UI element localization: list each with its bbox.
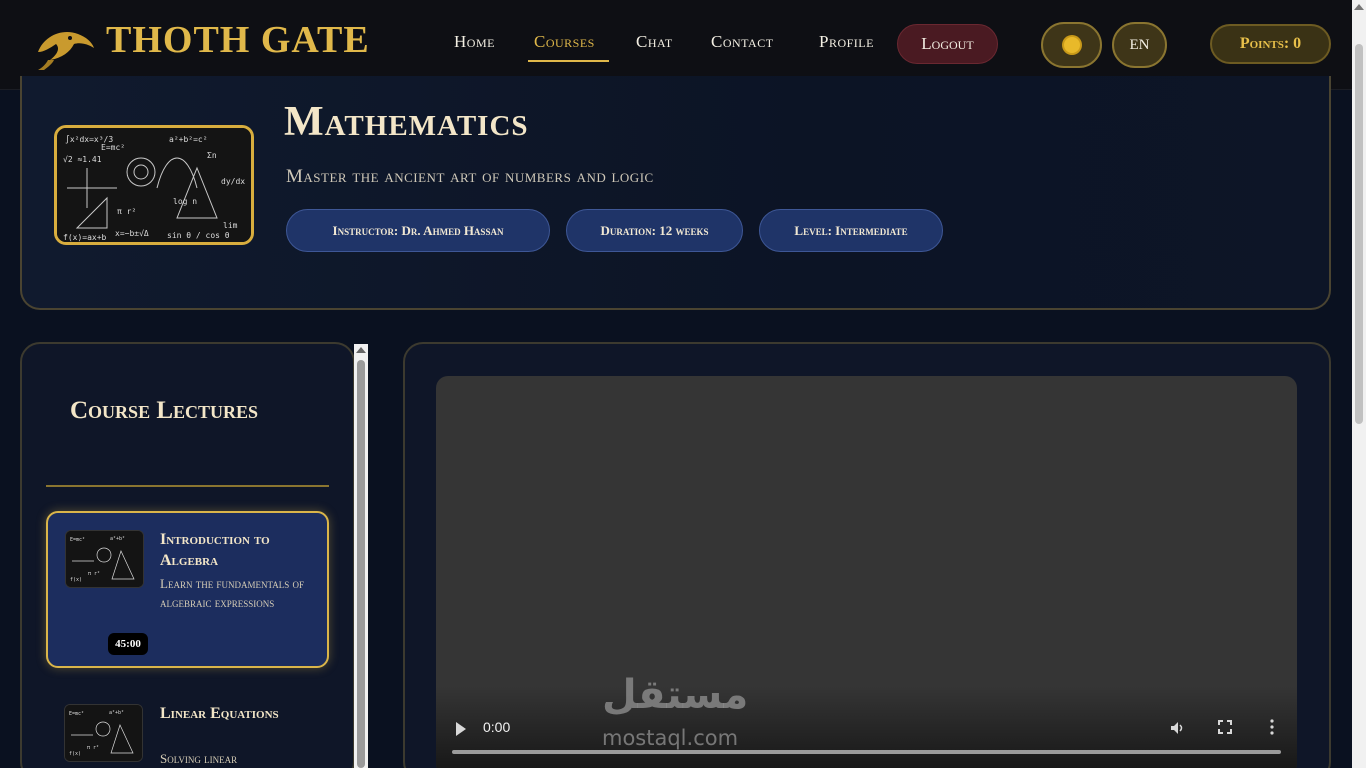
svg-text:Σn: Σn xyxy=(207,151,217,160)
course-thumbnail: ∫x²dx=x³/3 E=mc² a²+b²=c² Σn √2 ≈1.41 si… xyxy=(54,125,254,245)
language-toggle-button[interactable]: EN xyxy=(1112,22,1167,68)
lectures-heading: Course Lectures xyxy=(70,397,259,424)
scroll-up-arrow-icon[interactable] xyxy=(356,347,366,353)
video-time: 0:00 xyxy=(483,719,511,735)
chalkboard-math-icon: E=mc² a²+b² f(x) π r² xyxy=(66,531,143,587)
svg-text:lim: lim xyxy=(223,221,238,230)
video-controls-overlay xyxy=(436,686,1297,768)
video-progress-bar[interactable] xyxy=(452,750,1281,754)
svg-text:f(x)=ax+b: f(x)=ax+b xyxy=(63,233,107,242)
sun-icon xyxy=(1064,37,1080,53)
lecture-title[interactable]: Introduction to Algebra xyxy=(160,529,320,571)
volume-icon[interactable] xyxy=(1169,720,1185,736)
play-icon[interactable] xyxy=(456,722,466,736)
lectures-divider xyxy=(46,485,329,487)
svg-text:E=mc²: E=mc² xyxy=(101,143,125,152)
theme-toggle-button[interactable] xyxy=(1041,22,1102,68)
watermark-url: mostaql.com xyxy=(602,726,739,750)
course-title: Mathematics xyxy=(284,99,529,145)
svg-text:dy/dx: dy/dx xyxy=(221,177,245,186)
svg-text:a²+b²: a²+b² xyxy=(110,536,125,542)
svg-text:π r²: π r² xyxy=(117,207,136,216)
fullscreen-icon[interactable] xyxy=(1218,720,1232,734)
lecture-thumbnail: E=mc² a²+b² f(x) π r² xyxy=(65,530,144,588)
nav-profile[interactable]: Profile xyxy=(819,32,874,52)
svg-text:log n: log n xyxy=(173,197,197,206)
lectures-scrollbar-thumb[interactable] xyxy=(357,360,365,768)
svg-text:a²+b²=c²: a²+b²=c² xyxy=(169,135,208,144)
svg-text:√2 ≈1.41: √2 ≈1.41 xyxy=(63,155,102,164)
nav-home[interactable]: Home xyxy=(454,32,495,52)
nav-chat[interactable]: Chat xyxy=(636,32,673,52)
instructor-tag: Instructor: Dr. Ahmed Hassan xyxy=(286,209,550,252)
svg-text:π r²: π r² xyxy=(87,745,99,751)
svg-text:E=mc²: E=mc² xyxy=(70,537,85,543)
course-subtitle: Master the ancient art of numbers and lo… xyxy=(286,166,654,187)
svg-text:f(x): f(x) xyxy=(69,751,81,757)
chalkboard-math-icon: E=mc² a²+b² f(x) π r² xyxy=(65,705,142,761)
logout-button[interactable]: Logout xyxy=(897,24,998,64)
svg-text:π r²: π r² xyxy=(88,571,100,577)
svg-text:x=−b±√Δ: x=−b±√Δ xyxy=(115,229,149,238)
chalkboard-math-icon: ∫x²dx=x³/3 E=mc² a²+b²=c² Σn √2 ≈1.41 si… xyxy=(57,128,251,242)
nav-courses[interactable]: Courses xyxy=(534,32,595,52)
page-scrollbar-thumb[interactable] xyxy=(1355,44,1363,424)
page-scroll-up-arrow-icon[interactable] xyxy=(1354,4,1364,10)
lecture-title[interactable]: Linear Equations xyxy=(160,703,320,724)
lecture-description: Solving linear xyxy=(160,751,238,766)
brand-title[interactable]: THOTH GATE xyxy=(106,18,370,62)
video-player[interactable]: 0:00 xyxy=(436,376,1297,768)
more-options-icon[interactable] xyxy=(1270,719,1274,735)
lecture-description: Learn the fundamentals of algebraic expr… xyxy=(160,576,304,610)
svg-text:a²+b²: a²+b² xyxy=(109,710,124,716)
watermark: مستقل mostaql.com xyxy=(600,672,770,752)
lecture-duration-badge: 45:00 xyxy=(108,633,148,655)
svg-text:E=mc²: E=mc² xyxy=(69,711,84,717)
watermark-arabic: مستقل xyxy=(602,672,749,718)
nav-contact[interactable]: Contact xyxy=(711,32,774,52)
nav-active-underline xyxy=(528,60,609,62)
duration-tag: Duration: 12 weeks xyxy=(566,209,743,252)
svg-text:sin θ / cos θ: sin θ / cos θ xyxy=(167,231,230,240)
level-tag: Level: Intermediate xyxy=(759,209,943,252)
svg-text:f(x): f(x) xyxy=(70,577,82,583)
points-badge: Points: 0 xyxy=(1210,24,1331,64)
ibis-logo-icon[interactable] xyxy=(30,22,96,72)
lecture-thumbnail: E=mc² a²+b² f(x) π r² xyxy=(64,704,143,762)
